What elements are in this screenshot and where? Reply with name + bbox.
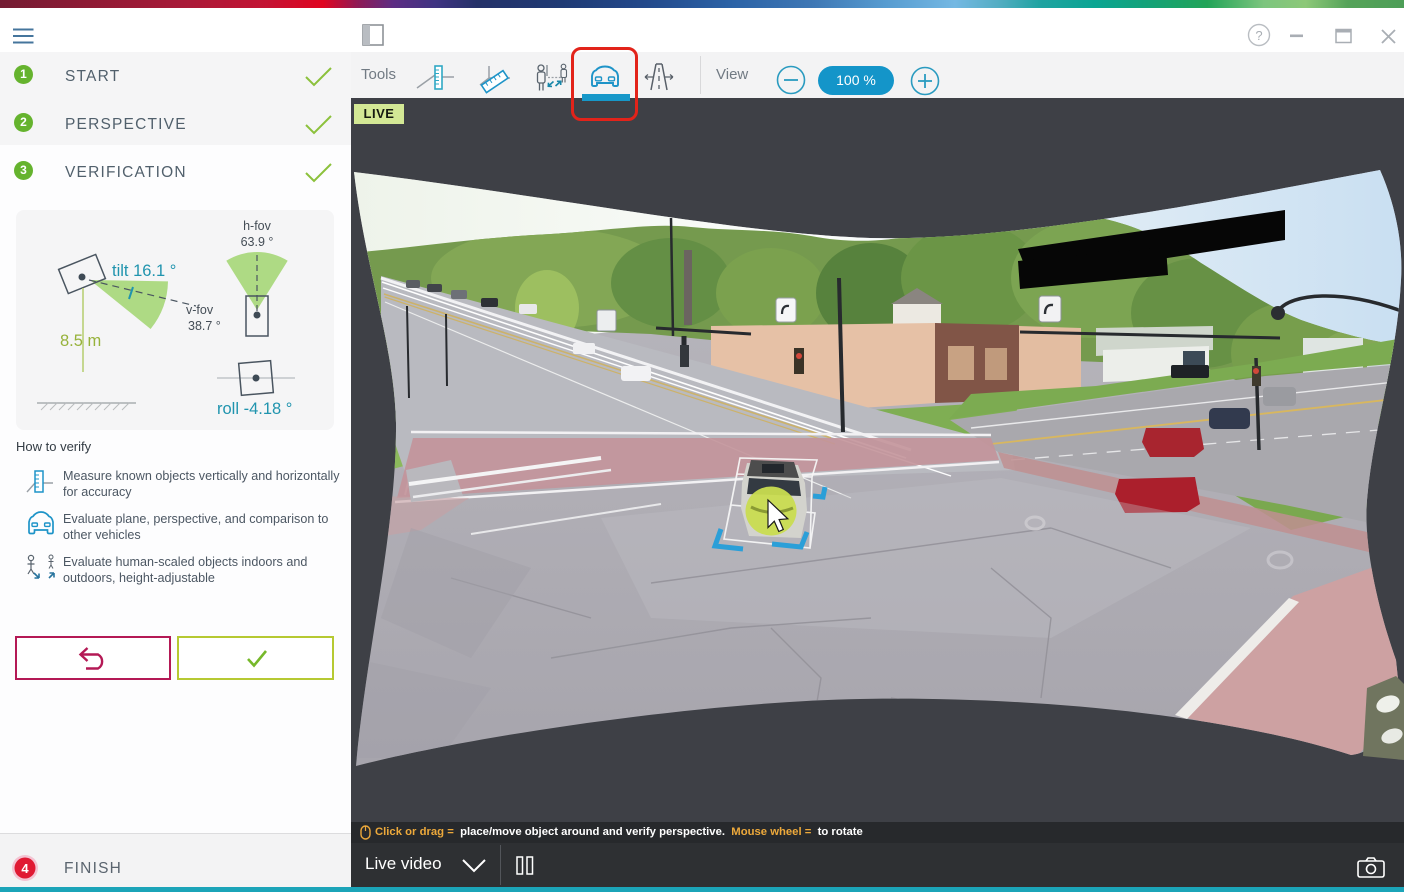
svg-text:100 %: 100 % xyxy=(836,72,876,88)
svg-text:38.7 °: 38.7 ° xyxy=(188,319,221,333)
svg-text:roll -4.18 °: roll -4.18 ° xyxy=(217,400,292,418)
svg-text:v-fov: v-fov xyxy=(186,303,214,317)
svg-text:63.9 °: 63.9 ° xyxy=(241,235,274,249)
svg-text:?: ? xyxy=(1255,28,1262,43)
svg-text:tilt 16.1 °: tilt 16.1 ° xyxy=(112,262,176,280)
svg-text:h-fov: h-fov xyxy=(243,219,272,233)
svg-text:4: 4 xyxy=(21,861,29,876)
svg-text:8.5 m: 8.5 m xyxy=(60,332,101,350)
